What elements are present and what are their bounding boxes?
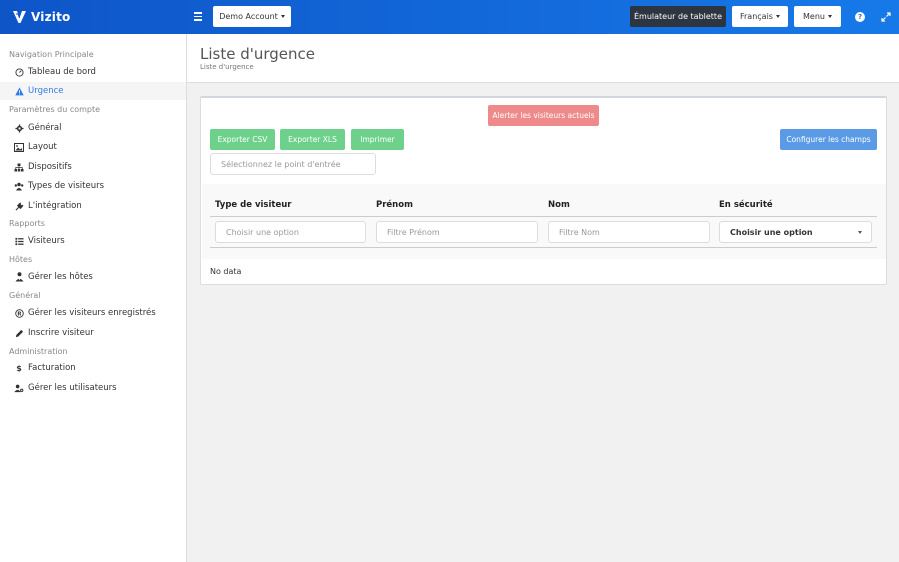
empty-table-message: No data [210,267,242,276]
sidebar-item-visitors[interactable]: Visiteurs [0,232,186,250]
sidebar-item-label: Types de visiteurs [28,181,105,191]
image-icon [14,142,24,152]
hamburger-menu-icon[interactable] [194,10,206,24]
sidebar-item-label: L'intégration [28,201,82,211]
sidebar-item-label: Gérer les utilisateurs [28,383,117,393]
sidebar-item-manage-users[interactable]: Gérer les utilisateurs [0,379,186,397]
registered-icon: R [14,308,24,318]
breadcrumb: Liste d'urgence [200,63,254,71]
sidebar-item-register-visitor[interactable]: Inscrire visiteur [0,324,186,342]
sidebar-item-dashboard[interactable]: Tableau de bord [0,63,186,81]
sidebar-item-general[interactable]: Général [0,119,186,137]
sidebar-section-title: Général [9,291,41,300]
export-csv-button[interactable]: Exporter CSV [210,129,275,150]
safe-status-select[interactable]: Choisir une option [719,221,872,243]
column-header-safe[interactable]: En sécurité [719,200,773,210]
print-button[interactable]: Imprimer [351,129,404,150]
visitor-type-filter[interactable]: Choisir une option [215,221,366,243]
logo-text: Vizito [31,10,71,24]
first-name-filter[interactable]: Filtre Prénom [376,221,538,243]
safe-status-select-value: Choisir une option [730,227,813,237]
page-title: Liste d'urgence [200,45,316,63]
sidebar-item-label: Inscrire visiteur [28,328,94,338]
sidebar-item-layout[interactable]: Layout [0,138,186,156]
sidebar-item-label: Visiteurs [28,236,65,246]
export-xls-button[interactable]: Exporter XLS [280,129,345,150]
sidebar-item-label: Facturation [28,363,76,373]
user-gear-icon [14,383,24,393]
help-icon[interactable]: ? [854,11,866,23]
sitemap-icon [14,162,24,172]
entry-point-select[interactable]: Sélectionnez le point d'entrée [210,153,376,175]
last-name-filter[interactable]: Filtre Nom [548,221,710,243]
sidebar-item-label: Gérer les visiteurs enregistrés [28,308,156,318]
sidebar-section-title: Navigation Principale [9,50,94,59]
sidebar-section-title: Paramètres du compte [9,105,101,114]
plug-icon [14,201,24,211]
sidebar-item-billing[interactable]: $ Facturation [0,359,186,377]
sidebar-item-registered-visitors[interactable]: R Gérer les visiteurs enregistrés [0,304,186,322]
sidebar-item-manage-hosts[interactable]: Gérer les hôtes [0,268,186,286]
language-dropdown-button[interactable]: Français [732,6,788,27]
sidebar: Navigation Principale Tableau de bord Ur… [0,34,187,562]
vizito-logo[interactable]: Vizito [12,8,70,26]
menu-dropdown-button[interactable]: Menu [794,6,841,27]
sidebar-item-devices[interactable]: Dispositifs [0,158,186,176]
table-filter-divider [210,247,877,248]
users-icon [14,181,24,191]
chevron-down-icon [858,231,862,234]
sidebar-item-label: Urgence [28,86,64,96]
fullscreen-icon[interactable] [880,11,892,23]
sidebar-item-label: Dispositifs [28,162,72,172]
column-header-visitor-type[interactable]: Type de visiteur [215,200,291,210]
sidebar-section-title: Administration [9,347,68,356]
sidebar-item-integration[interactable]: L'intégration [0,197,186,215]
sidebar-item-label: Tableau de bord [28,67,96,77]
sidebar-item-visitor-types[interactable]: Types de visiteurs [0,177,186,195]
table-header-divider [210,216,877,217]
alert-current-visitors-button[interactable]: Alerter les visiteurs actuels [488,105,599,126]
sidebar-section-title: Rapports [9,219,45,228]
tablet-emulator-button[interactable]: Émulateur de tablette [630,6,726,27]
gear-icon [14,123,24,133]
emergency-list-panel: Alerter les visiteurs actuels Exporter C… [200,96,887,285]
account-dropdown-button[interactable]: Demo Account [213,6,291,27]
warning-icon [14,86,24,96]
column-header-first-name[interactable]: Prénom [376,200,413,210]
sidebar-item-label: Gérer les hôtes [28,272,93,282]
pencil-icon [14,328,24,338]
vizito-logo-mark-icon [13,11,26,23]
configure-fields-button[interactable]: Configurer les champs [780,129,877,150]
dashboard-icon [14,67,24,77]
sidebar-item-label: Général [28,123,62,133]
dollar-icon: $ [16,363,22,373]
sidebar-item-urgence[interactable]: Urgence [0,82,186,100]
sidebar-section-title: Hôtes [9,255,33,264]
list-icon [14,236,24,246]
sidebar-item-label: Layout [28,142,57,152]
top-navbar: Vizito Demo Account Émulateur de tablett… [0,0,899,34]
page-header: Liste d'urgence Liste d'urgence [187,34,899,83]
column-header-last-name[interactable]: Nom [548,200,570,210]
user-tie-icon [14,272,24,282]
